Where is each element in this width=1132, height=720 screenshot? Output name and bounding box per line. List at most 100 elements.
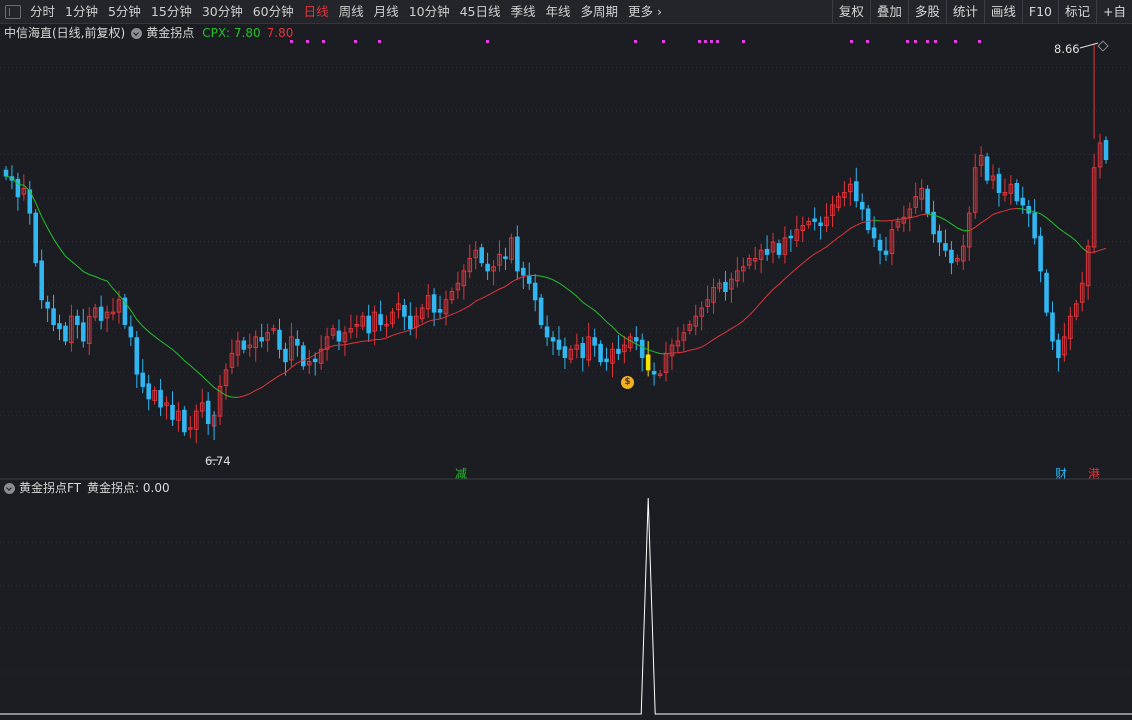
candle-body (485, 263, 490, 272)
candle-body (312, 358, 318, 363)
candle-body (877, 239, 883, 251)
candle-body (81, 322, 86, 342)
tool-button-6[interactable]: 标记 (1058, 0, 1096, 24)
tool-button-2[interactable]: 多股 (907, 0, 946, 24)
candle-body (996, 173, 1002, 194)
candle-body (580, 342, 586, 359)
candle-body (170, 404, 175, 420)
sub-indicator-label: 黄金拐点FT (19, 481, 82, 495)
candle-body (949, 249, 954, 264)
period-tab-3[interactable]: 15分钟 (146, 0, 197, 24)
candle-body (63, 325, 68, 342)
sub-indicator-chart[interactable] (0, 478, 1132, 720)
candle-body (366, 315, 371, 334)
candle-body (503, 256, 508, 260)
candle-body (301, 345, 306, 367)
candle-body (532, 282, 538, 301)
candle-body (3, 169, 9, 177)
marker-dot (322, 40, 325, 43)
marker-dot (850, 40, 853, 43)
marker-dot (926, 40, 929, 43)
candle-body (1103, 140, 1109, 161)
marker-dot (716, 40, 719, 43)
candles (3, 44, 1109, 444)
candle-body (259, 337, 264, 342)
tool-button-5[interactable]: F10 (1021, 0, 1058, 24)
period-tab-14[interactable]: 更多 › (623, 0, 667, 24)
marker-dot (662, 40, 665, 43)
period-tab-1[interactable]: 1分钟 (60, 0, 103, 24)
sub-grid (0, 541, 1132, 673)
candle-body (1032, 212, 1037, 239)
candle-body (1020, 197, 1026, 206)
sub-chart-header: 黄金拐点FT 黄金拐点: 0.00 (0, 480, 170, 496)
candle-body (859, 201, 865, 210)
tool-button-7[interactable]: +自 (1096, 0, 1132, 24)
candlestick-chart[interactable] (0, 24, 1132, 478)
candle-body (521, 267, 526, 276)
candle-body (1056, 339, 1061, 358)
candle-body (556, 339, 562, 350)
tool-button-1[interactable]: 叠加 (869, 0, 908, 24)
marker-dot (354, 40, 357, 43)
candle-body (776, 243, 782, 255)
period-tab-2[interactable]: 5分钟 (103, 0, 146, 24)
candle-body (616, 348, 621, 354)
sub-indicator-value: 黄金拐点: 0.00 (87, 481, 170, 495)
tool-button-0[interactable]: 复权 (831, 0, 870, 24)
candle-body (1038, 235, 1043, 272)
chart-tools: 复权 叠加 多股 统计 画线 F10 标记 +自 (831, 0, 1132, 24)
candle-body (336, 330, 342, 342)
period-toolbar: 分时 1分钟 5分钟 15分钟 30分钟 60分钟 日线 周线 月线 10分钟 45日线 季线 年线 多周… (0, 0, 1132, 24)
period-tab-5[interactable]: 60分钟 (248, 0, 299, 24)
marker-dot (934, 40, 937, 43)
period-tab-9[interactable]: 10分钟 (404, 0, 455, 24)
candle-body (45, 301, 50, 309)
candle-body (544, 326, 550, 338)
tool-button-4[interactable]: 画线 (983, 0, 1022, 24)
period-tab-4[interactable]: 30分钟 (197, 0, 248, 24)
candle-body (788, 235, 794, 239)
period-tab-11[interactable]: 季线 (506, 0, 541, 24)
marker-dot (486, 40, 489, 43)
period-tab-6[interactable]: 日线 (299, 0, 334, 24)
marker-dot (978, 40, 981, 43)
candle-body (592, 337, 597, 346)
marker-dot (866, 40, 869, 43)
candle-body (984, 156, 990, 181)
period-tab-7[interactable]: 周线 (334, 0, 369, 24)
period-tab-13[interactable]: 多周期 (576, 0, 624, 24)
candle-body (283, 348, 288, 363)
period-tab-12[interactable]: 年线 (541, 0, 576, 24)
candle-body (812, 218, 817, 222)
marker-dot (710, 40, 713, 43)
high-price-label: 8.66 (1054, 42, 1080, 56)
high-arrow (1079, 42, 1099, 49)
candle-body (437, 309, 443, 313)
candle-body (1050, 312, 1055, 342)
candle-body (764, 248, 770, 255)
candle-body (128, 326, 134, 338)
period-tab-10[interactable]: 45日线 (455, 0, 506, 24)
candle-body (883, 250, 889, 255)
candle-body (158, 390, 163, 408)
candle-body (140, 372, 146, 387)
candle-body (515, 236, 520, 272)
marker-dot (742, 40, 745, 43)
candle-body (865, 208, 871, 231)
marker-dot (306, 40, 309, 43)
panel-toggle-icon[interactable] (5, 4, 21, 19)
candle-body (598, 343, 603, 363)
sub-dropdown-icon[interactable] (4, 482, 15, 494)
marker-dot (704, 40, 707, 43)
tool-button-3[interactable]: 统计 (945, 0, 984, 24)
candle-body (526, 276, 532, 284)
grid (0, 67, 1132, 416)
candle-body (818, 222, 823, 226)
period-tab-8[interactable]: 月线 (369, 0, 404, 24)
candle-body (182, 409, 187, 433)
candle-body (51, 308, 56, 326)
candle-body (15, 178, 21, 198)
period-tab-0[interactable]: 分时 (25, 0, 60, 24)
candle-body (241, 340, 247, 350)
